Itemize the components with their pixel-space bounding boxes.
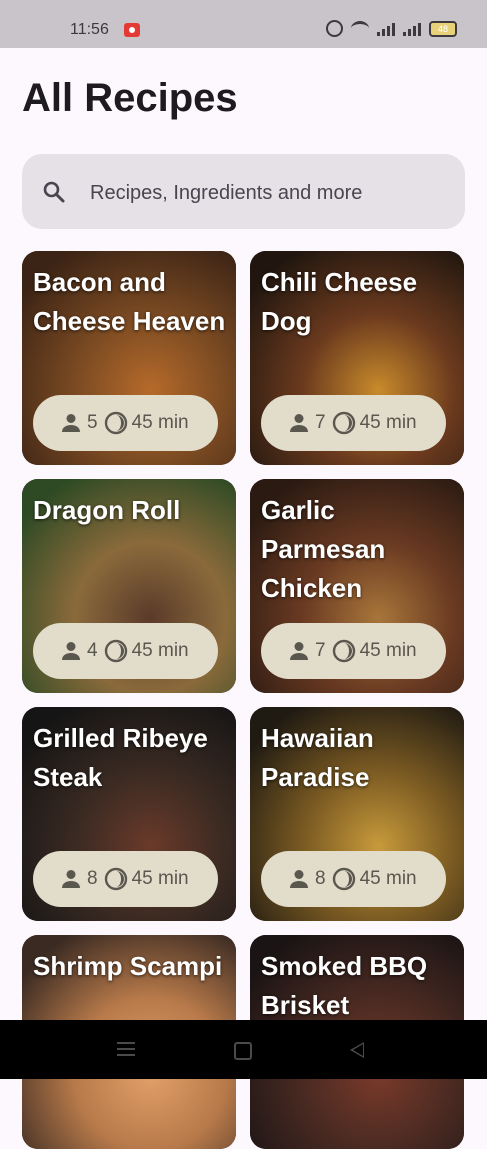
page-title: All Recipes xyxy=(22,76,238,120)
recipe-info-pill: 5 45 min xyxy=(33,395,218,451)
back-icon[interactable] xyxy=(350,1042,364,1058)
recipe-info-pill: 7 45 min xyxy=(261,623,446,679)
recipe-name: Shrimp Scampi xyxy=(33,951,223,981)
recipe-info-pill: 8 45 min xyxy=(33,851,218,907)
servings-count: 7 xyxy=(315,412,326,433)
search-input[interactable] xyxy=(88,172,452,214)
servings-count: 8 xyxy=(87,868,98,889)
search-bar[interactable] xyxy=(22,154,465,229)
recipe-card[interactable]: Bacon and Cheese Heaven 5 45 min xyxy=(22,251,236,465)
cook-time: 45 min xyxy=(131,868,189,889)
screen-record-icon xyxy=(124,23,140,37)
home-icon[interactable] xyxy=(234,1042,252,1060)
cook-time: 45 min xyxy=(131,640,189,661)
timer-icon xyxy=(332,411,355,435)
signal-icon xyxy=(377,22,395,36)
recipe-card[interactable]: Grilled Ribeye Steak 8 45 min xyxy=(22,707,236,921)
person-icon xyxy=(62,870,80,888)
recipe-card[interactable]: Hawaiian Paradise 8 45 min xyxy=(250,707,464,921)
servings-count: 4 xyxy=(87,640,98,661)
cook-time: 45 min xyxy=(359,868,417,889)
recipe-name: Smoked BBQ Brisket xyxy=(261,951,428,1020)
timer-icon xyxy=(332,867,355,891)
servings-count: 8 xyxy=(315,868,326,889)
recipe-info-pill: 8 45 min xyxy=(261,851,446,907)
person-icon xyxy=(290,642,308,660)
recipe-card[interactable]: Garlic Parmesan Chicken 7 45 min xyxy=(250,479,464,693)
recipe-name: Bacon and Cheese Heaven xyxy=(33,267,226,336)
cook-time: 45 min xyxy=(131,412,189,433)
status-time: 11:56 xyxy=(70,21,109,38)
timer-icon xyxy=(104,867,127,891)
system-nav-bar xyxy=(0,1020,487,1079)
signal-icon xyxy=(403,22,421,36)
recipe-name: Garlic Parmesan Chicken xyxy=(261,495,386,603)
search-icon xyxy=(43,181,65,203)
status-icons: 48 xyxy=(326,20,457,37)
person-icon xyxy=(290,870,308,888)
menu-icon[interactable] xyxy=(117,1042,135,1056)
status-bar: 11:56 48 xyxy=(0,0,487,48)
timer-icon xyxy=(104,411,127,435)
servings-count: 7 xyxy=(315,640,326,661)
alarm-icon xyxy=(326,20,343,37)
person-icon xyxy=(62,642,80,660)
recipe-name: Grilled Ribeye Steak xyxy=(33,723,208,792)
person-icon xyxy=(290,414,308,432)
cook-time: 45 min xyxy=(359,412,417,433)
recipe-name: Hawaiian Paradise xyxy=(261,723,374,792)
timer-icon xyxy=(332,639,355,663)
person-icon xyxy=(62,414,80,432)
timer-icon xyxy=(104,639,127,663)
battery-icon: 48 xyxy=(429,20,457,37)
wifi-icon xyxy=(351,21,369,36)
recipe-name: Dragon Roll xyxy=(33,495,181,525)
servings-count: 5 xyxy=(87,412,98,433)
recipe-card[interactable]: Chili Cheese Dog 7 45 min xyxy=(250,251,464,465)
recipe-info-pill: 7 45 min xyxy=(261,395,446,451)
recipe-card[interactable]: Dragon Roll 4 45 min xyxy=(22,479,236,693)
cook-time: 45 min xyxy=(359,640,417,661)
recipe-name: Chili Cheese Dog xyxy=(261,267,418,336)
recipe-info-pill: 4 45 min xyxy=(33,623,218,679)
recipe-grid: Bacon and Cheese Heaven 5 45 min Chili C… xyxy=(22,251,465,1149)
